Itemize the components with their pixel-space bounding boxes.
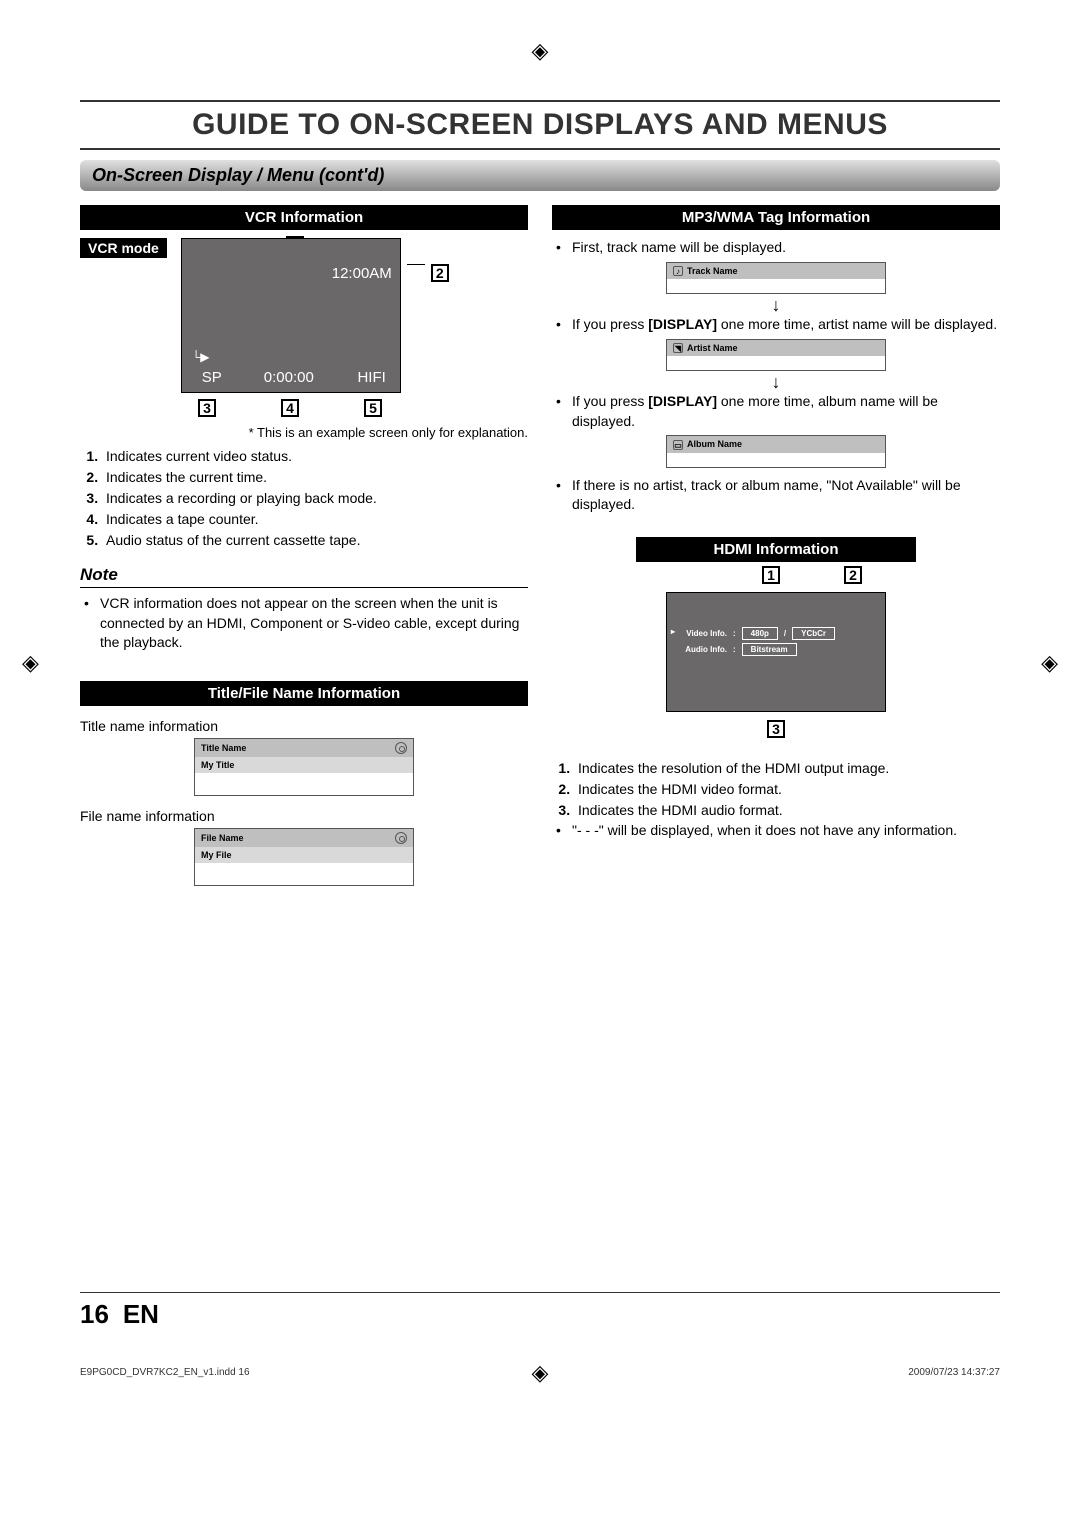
note-heading: Note — [80, 565, 528, 588]
file-name-label: File name information — [80, 808, 528, 824]
note-icon: ♪ — [673, 266, 683, 276]
vcr-items-list: Indicates current video status. Indicate… — [80, 446, 528, 551]
hdmi-audio-label: Audio Info. — [677, 645, 727, 654]
vcr-footnote: * This is an example screen only for exp… — [80, 425, 528, 440]
mp3-line-1: First, track name will be displayed. — [568, 238, 1000, 258]
callout-3: 3 — [198, 399, 216, 417]
mp3-line-3: If you press [DISPLAY] one more time, al… — [568, 392, 1000, 431]
page-title: GUIDE TO ON-SCREEN DISPLAYS AND MENUS — [80, 100, 1000, 150]
list-item: Indicates the current time. — [102, 467, 528, 488]
album-name-box: ▭ Album Name — [666, 435, 886, 468]
registration-mark-bottom-icon: ◈ — [532, 1360, 549, 1386]
slug-file: E9PG0CD_DVR7KC2_EN_v1.indd 16 — [80, 1367, 250, 1378]
note-text: VCR information does not appear on the s… — [96, 594, 528, 653]
hdmi-resolution: 480p — [742, 627, 778, 640]
artist-name-header: Artist Name — [687, 343, 738, 353]
vcr-mode-label: VCR mode — [80, 238, 167, 258]
list-item: Indicates the resolution of the HDMI out… — [574, 758, 1000, 779]
file-name-box: File Name My File — [194, 828, 414, 886]
mp3-line-4: If there is no artist, track or album na… — [568, 476, 1000, 515]
list-item: Indicates a recording or playing back mo… — [102, 488, 528, 509]
disc-icon — [395, 742, 407, 754]
registration-mark-right-icon: ◈ — [1041, 650, 1058, 676]
callout-4: 4 — [281, 399, 299, 417]
vcr-time: 12:00AM — [332, 265, 392, 282]
callout-5: 5 — [364, 399, 382, 417]
file-box-header: File Name — [201, 833, 244, 843]
vcr-sp-mode: SP — [202, 369, 222, 386]
file-box-value: My File — [195, 847, 413, 863]
play-icon: └▶ — [192, 350, 210, 364]
hdmi-video-row: Video Info. : 480p / YCbCr — [677, 627, 835, 640]
hdmi-items-list: Indicates the resolution of the HDMI out… — [552, 758, 1000, 821]
page-footer: 16 EN — [80, 1292, 1000, 1330]
callout-3: 3 — [767, 720, 785, 738]
hdmi-header: HDMI Information — [636, 537, 916, 562]
track-name-box: ♪ Track Name — [666, 262, 886, 295]
title-box-header: Title Name — [201, 743, 246, 753]
hdmi-video-label: Video Info. — [677, 629, 727, 638]
list-item: Indicates the HDMI video format. — [574, 779, 1000, 800]
list-item: Indicates the HDMI audio format. — [574, 800, 1000, 821]
person-icon: ◥ — [673, 343, 683, 353]
track-name-header: Track Name — [687, 266, 738, 276]
album-name-header: Album Name — [687, 439, 742, 449]
title-file-header: Title/File Name Information — [80, 681, 528, 706]
artist-name-box: ◥ Artist Name — [666, 339, 886, 372]
list-item: Audio status of the current cassette tap… — [102, 530, 528, 551]
page-lang: EN — [123, 1299, 159, 1329]
hdmi-audio-format: Bitstream — [742, 643, 797, 656]
registration-mark-left-icon: ◈ — [22, 650, 39, 676]
vcr-info-header: VCR Information — [80, 205, 528, 230]
down-arrow-icon: ↓ — [552, 377, 1000, 388]
title-box-value: My Title — [195, 757, 413, 773]
vcr-screen: 12:00AM └▶ SP 0:00:00 HIFI — [181, 238, 401, 393]
vcr-hifi: HIFI — [357, 369, 385, 386]
page-number: 16 — [80, 1299, 109, 1329]
hdmi-video-format: YCbCr — [792, 627, 835, 640]
callout-2: 2 — [844, 566, 862, 584]
title-name-label: Title name information — [80, 718, 528, 734]
section-heading: On-Screen Display / Menu (cont'd) — [80, 160, 1000, 191]
disc-icon — [395, 832, 407, 844]
hdmi-audio-row: Audio Info. : Bitstream — [677, 643, 797, 656]
mp3-header: MP3/WMA Tag Information — [552, 205, 1000, 230]
vcr-screen-diagram: 1 12:00AM └▶ SP 0:00:00 HIFI 2 — [181, 238, 401, 393]
callout-1: 1 — [762, 566, 780, 584]
down-arrow-icon: ↓ — [552, 300, 1000, 311]
list-item: Indicates a tape counter. — [102, 509, 528, 530]
mp3-line-2: If you press [DISPLAY] one more time, ar… — [568, 315, 1000, 335]
album-icon: ▭ — [673, 440, 683, 450]
callout-2: 2 — [431, 264, 449, 282]
slug-date: 2009/07/23 14:37:27 — [908, 1367, 1000, 1378]
vcr-bottom-callouts: 3 4 5 — [180, 399, 400, 417]
registration-mark-top-icon: ◈ — [532, 38, 549, 64]
list-item: Indicates current video status. — [102, 446, 528, 467]
hdmi-dash-note: "- - -" will be displayed, when it does … — [568, 821, 1000, 841]
hdmi-screen: ▸ Video Info. : 480p / YCbCr Audio Info.… — [666, 592, 886, 712]
title-name-box: Title Name My Title — [194, 738, 414, 796]
vcr-counter: 0:00:00 — [264, 369, 314, 386]
